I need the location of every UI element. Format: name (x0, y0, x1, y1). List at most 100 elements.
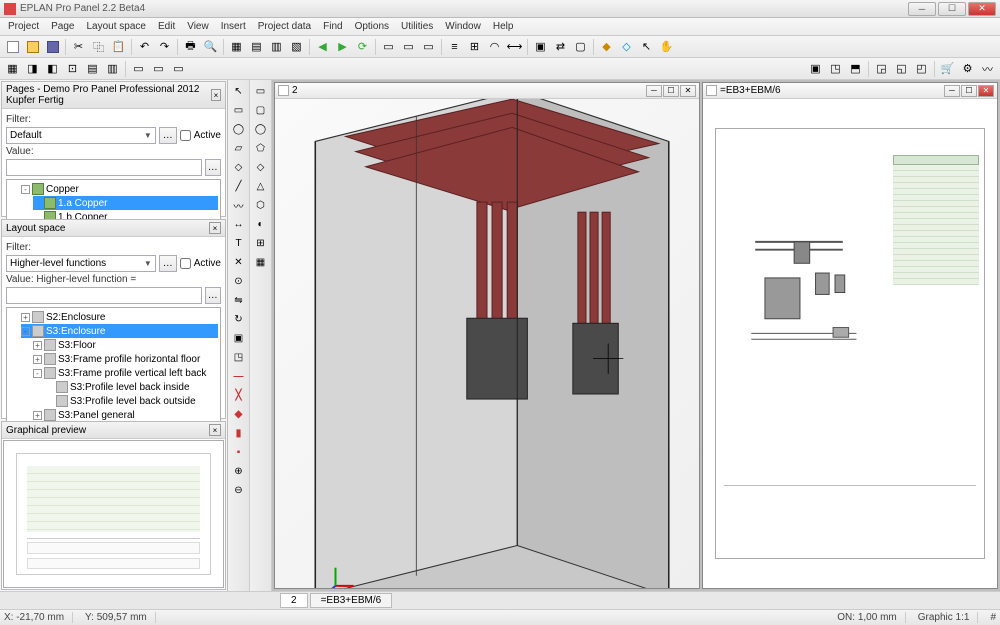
menu-options[interactable]: Options (350, 20, 394, 33)
tree-row[interactable]: +S3:Floor (33, 338, 218, 352)
vtool-e[interactable]: ▣ (230, 329, 248, 347)
window-minimize[interactable]: ─ (908, 2, 936, 16)
viewport-3d[interactable] (275, 99, 699, 588)
tree-row[interactable]: 1.a Copper (33, 196, 218, 210)
tool-snap[interactable]: ⊞ (465, 37, 484, 56)
tool-refresh[interactable]: ⟳ (353, 37, 372, 56)
pages-filter-combo[interactable]: Default▼ (6, 127, 156, 144)
viewport-2d[interactable] (703, 99, 997, 588)
close-icon[interactable]: × (209, 222, 221, 234)
tree-row[interactable]: -S3:Enclosure (21, 324, 218, 338)
tool-route[interactable]: ⇄ (551, 37, 570, 56)
tool-arc[interactable]: ◠ (485, 37, 504, 56)
vtool2-c[interactable]: ◯ (252, 120, 270, 138)
tool2-e[interactable]: ▤ (83, 59, 102, 78)
tool-redo[interactable]: ↷ (155, 37, 174, 56)
window-close[interactable]: ✕ (968, 2, 996, 16)
menu-window[interactable]: Window (440, 20, 486, 33)
pages-tree[interactable]: -Copper1.a Copper1.b Copper1 Copper (6, 179, 221, 223)
layout-active-check[interactable]: Active (180, 258, 221, 269)
tool-undo[interactable]: ↶ (135, 37, 154, 56)
menu-utilities[interactable]: Utilities (396, 20, 438, 33)
tool-nav-fwd[interactable]: ▶ (333, 37, 352, 56)
tool2-part[interactable]: ⚙ (958, 59, 977, 78)
menu-view[interactable]: View (182, 20, 214, 33)
tree-row[interactable]: S3:Profile level back inside (45, 380, 218, 394)
layout-value-input[interactable] (6, 287, 202, 304)
vtool-l[interactable]: ⊖ (230, 481, 248, 499)
tool-paste[interactable]: 📋 (109, 37, 128, 56)
tree-row[interactable]: +S2:Enclosure (21, 310, 218, 324)
tool-open[interactable] (23, 37, 42, 56)
vtool-d[interactable]: ◇ (230, 158, 248, 176)
doc-close[interactable]: ✕ (978, 85, 994, 97)
menu-page[interactable]: Page (46, 20, 79, 33)
tool-grid-b[interactable]: ▤ (247, 37, 266, 56)
pages-filter-browse[interactable]: … (159, 127, 177, 144)
tool-grid-c[interactable]: ▥ (267, 37, 286, 56)
vtool-rotate[interactable]: ↻ (230, 310, 248, 328)
doc-close[interactable]: ✕ (680, 85, 696, 97)
doc-max[interactable]: ☐ (961, 85, 977, 97)
menu-project-data[interactable]: Project data (253, 20, 316, 33)
menu-find[interactable]: Find (318, 20, 347, 33)
tool2-f[interactable]: ▥ (103, 59, 122, 78)
pages-value-browse[interactable]: … (205, 159, 222, 176)
tool2-3d-b[interactable]: ◳ (826, 59, 845, 78)
menu-layout-space[interactable]: Layout space (81, 20, 151, 33)
doc-max[interactable]: ☐ (663, 85, 679, 97)
pages-active-check[interactable]: Active (180, 130, 221, 141)
tree-row[interactable]: -Copper (21, 182, 218, 196)
vtool-h[interactable]: ◆ (230, 405, 248, 423)
vtool-b[interactable]: ◯ (230, 120, 248, 138)
doc-tab-2[interactable]: =EB3+EBM/6 (310, 593, 393, 608)
tool2-view-c[interactable]: ◰ (912, 59, 931, 78)
vtool2-a[interactable]: ▭ (252, 82, 270, 100)
vtool-dim[interactable]: ↔ (230, 215, 248, 233)
tool2-3d-a[interactable]: ▣ (806, 59, 825, 78)
tool-pointer[interactable]: ↖ (637, 37, 656, 56)
tree-row[interactable]: S3:Profile level back outside (45, 394, 218, 408)
tool-box[interactable]: ▢ (571, 37, 590, 56)
tool-new[interactable] (3, 37, 22, 56)
vtool-k[interactable]: ⊕ (230, 462, 248, 480)
tool-nav-back[interactable]: ◀ (313, 37, 332, 56)
tool2-route[interactable]: 〰 (978, 59, 997, 78)
vtool2-b[interactable]: ▢ (252, 101, 270, 119)
window-maximize[interactable]: ☐ (938, 2, 966, 16)
vtool-snap-x[interactable]: ✕ (230, 253, 248, 271)
vtool2-e[interactable]: ◇ (252, 158, 270, 176)
tool2-3d-c[interactable]: ⬒ (846, 59, 865, 78)
menu-help[interactable]: Help (488, 20, 519, 33)
tool-layout-b[interactable]: ▭ (399, 37, 418, 56)
vtool2-j[interactable]: ▦ (252, 253, 270, 271)
tool-hand[interactable]: ✋ (657, 37, 676, 56)
tool2-view-b[interactable]: ◱ (892, 59, 911, 78)
tool2-view-a[interactable]: ◲ (872, 59, 891, 78)
tool-parts[interactable]: ▣ (531, 37, 550, 56)
tool-misc-b[interactable]: ◇ (617, 37, 636, 56)
vtool-select[interactable]: ↖ (230, 82, 248, 100)
tool2-b[interactable]: ◨ (23, 59, 42, 78)
tool2-i[interactable]: ▭ (169, 59, 188, 78)
tool-dim[interactable]: ⟷ (505, 37, 524, 56)
vtool-snap-p[interactable]: ⊙ (230, 272, 248, 290)
doc-min[interactable]: ─ (646, 85, 662, 97)
vtool-mirror[interactable]: ⇋ (230, 291, 248, 309)
tool-grid-d[interactable]: ▧ (287, 37, 306, 56)
tool-cut[interactable]: ✂ (69, 37, 88, 56)
vtool-del[interactable]: — (230, 367, 248, 385)
menu-insert[interactable]: Insert (216, 20, 251, 33)
tool2-d[interactable]: ⊡ (63, 59, 82, 78)
vtool2-d[interactable]: ⬠ (252, 139, 270, 157)
vtool-j[interactable]: ▪ (230, 443, 248, 461)
tool2-c[interactable]: ◧ (43, 59, 62, 78)
vtool2-i[interactable]: ⊞ (252, 234, 270, 252)
menu-edit[interactable]: Edit (153, 20, 180, 33)
tool2-a[interactable]: ▦ (3, 59, 22, 78)
pages-value-input[interactable] (6, 159, 202, 176)
doc-tab-1[interactable]: 2 (280, 593, 308, 608)
tool-print[interactable]: 🖶 (181, 37, 200, 56)
tool2-h[interactable]: ▭ (149, 59, 168, 78)
vtool-a[interactable]: ▭ (230, 101, 248, 119)
